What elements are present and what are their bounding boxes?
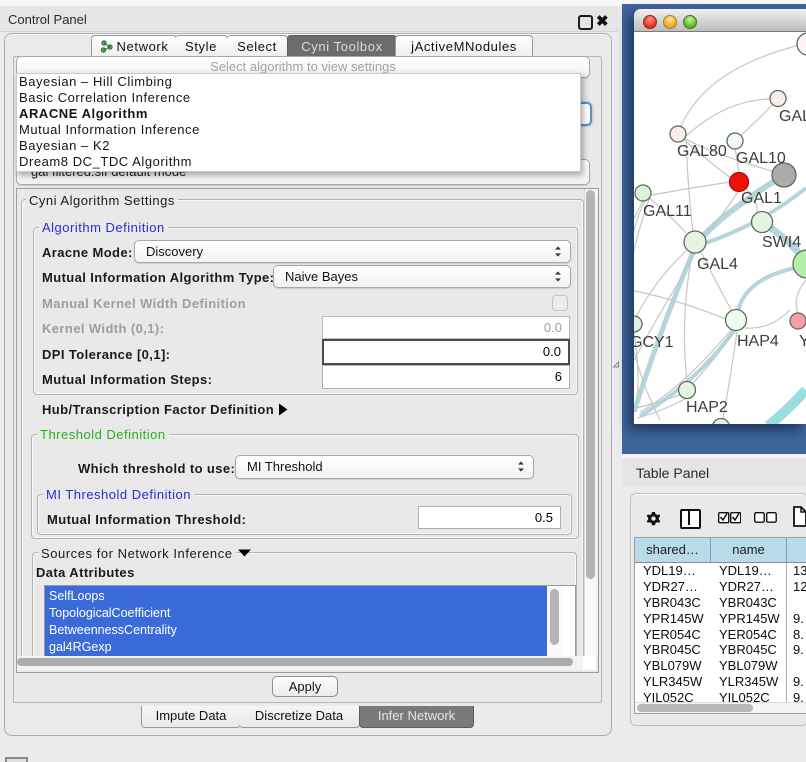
svg-text:GAL80: GAL80 (677, 143, 727, 160)
svg-text:GAL10: GAL10 (736, 150, 786, 167)
svg-text:GAL4: GAL4 (697, 256, 738, 273)
svg-text:GCY1: GCY1 (634, 334, 674, 351)
svg-text:HAP2: HAP2 (686, 399, 728, 416)
svg-text:GAL: GAL (779, 108, 806, 125)
svg-text:HAP4: HAP4 (737, 333, 779, 350)
svg-text:SWI4: SWI4 (762, 234, 801, 251)
svg-text:GAL1: GAL1 (741, 190, 782, 207)
svg-text:GAL11: GAL11 (643, 203, 692, 220)
svg-text:Y: Y (799, 333, 806, 350)
